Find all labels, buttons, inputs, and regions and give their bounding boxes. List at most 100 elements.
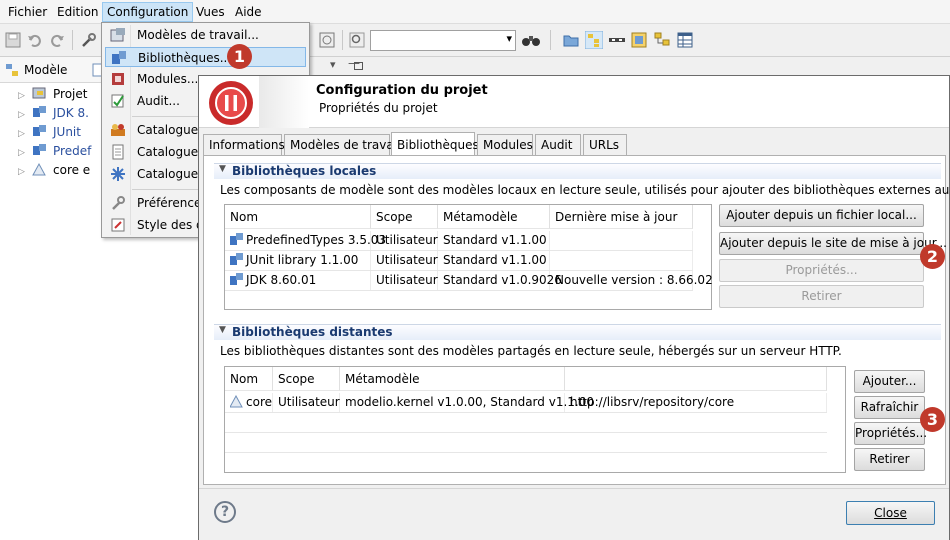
column-header-url[interactable] [565,367,827,391]
menu-edition[interactable]: Edition [53,3,103,21]
tab-modeles-de-travail[interactable]: Modèles de travail [284,134,400,156]
library-icon [230,253,243,265]
link-icon[interactable] [608,31,626,49]
table-cell-update[interactable]: Nouvelle version : 8.66.02 [550,271,713,290]
menu-item-bibliotheques[interactable]: Bibliothèques... [105,47,306,67]
menu-configuration[interactable]: Configuration [102,2,194,22]
local-properties-button[interactable]: Propriétés... [719,259,924,282]
tree-item-core[interactable]: ▷ core e [18,161,90,180]
table-cell-name[interactable]: PredefinedTypes 3.5.03 [225,231,386,250]
close-button[interactable]: Close [846,501,935,525]
tree-item-label: Projet [53,87,88,101]
collapse-icon[interactable]: ▼ [219,164,226,174]
remote-add-button[interactable]: Ajouter... [854,370,925,393]
chevron-down-icon[interactable]: ▾ [330,58,336,71]
collapse-icon[interactable]: ▼ [219,325,226,335]
table-cell-metamodel[interactable]: Standard v1.1.00 [438,231,550,250]
table-cell-metamodel[interactable]: Standard v1.0.9026 [438,271,562,290]
table-cell-name[interactable]: JUnit library 1.1.00 [225,251,371,270]
remote-remove-button[interactable]: Retirer [854,448,925,471]
menu-item-modeles-de-travail[interactable]: Modèles de travail... [105,25,306,45]
remote-libraries-description: Les bibliothèques distantes sont des mod… [220,344,842,358]
column-header-metamodele[interactable]: Métamodèle [438,205,550,229]
module-icon [112,73,124,85]
library-name: core [246,395,272,409]
column-header-nom[interactable]: Nom [225,205,371,229]
model-tab-label[interactable]: Modèle [24,63,67,77]
tools-icon[interactable] [80,31,98,49]
tab-modules[interactable]: Modules [477,134,533,156]
table-cell-name[interactable]: core [225,393,273,412]
table-cell-name[interactable]: JDK 8.60.01 [225,271,371,290]
column-header-scope[interactable]: Scope [371,205,438,229]
local-libraries-section-header[interactable]: ▼ Bibliothèques locales [214,163,941,179]
library-icon [33,125,46,136]
table-cell-metamodel[interactable]: modelio.kernel v1.0.00, Standard v1.1.00 [340,393,594,412]
libraries-tab-content: ▼ Bibliothèques locales Les composants d… [203,155,950,485]
column-header-nom[interactable]: Nom [225,367,273,391]
table-cell-update[interactable] [550,251,693,270]
tab-bibliotheques[interactable]: Bibliothèques [391,132,479,156]
tab-informations[interactable]: Informations [203,134,285,156]
tree-item-junit[interactable]: ▷ JUnit [18,123,81,142]
maximize-icon[interactable] [354,62,363,70]
remote-library-icon [230,395,243,408]
local-remove-button[interactable]: Retirer [719,285,924,308]
library-icon [230,233,243,245]
search-options-icon[interactable] [348,31,366,49]
remote-refresh-button[interactable]: Rafraîchir [854,396,925,419]
folder-icon[interactable] [562,31,580,49]
row-divider [225,290,693,291]
menu-vues[interactable]: Vues [192,3,229,21]
table-cell-metamodel[interactable]: Standard v1.1.00 [438,251,550,270]
document-icon [112,144,124,160]
add-from-local-file-button[interactable]: Ajouter depuis un fichier local... [719,204,924,227]
remote-libraries-table: Nom Scope Métamodèle core Utilisateur mo… [224,366,846,473]
table-cell-scope[interactable]: Utilisateur [371,271,438,290]
table-icon[interactable] [676,31,694,49]
audit-icon [111,94,124,108]
menu-aide[interactable]: Aide [231,3,266,21]
hierarchy-icon[interactable] [653,31,671,49]
tree-item-jdk[interactable]: ▷ JDK 8. [18,104,89,123]
table-cell-scope[interactable]: Utilisateur [371,231,438,250]
remote-libraries-section-header[interactable]: ▼ Bibliothèques distantes [214,324,941,340]
remote-properties-button[interactable]: Propriétés... [854,422,927,445]
section-title: Bibliothèques locales [232,164,377,178]
table-cell-scope[interactable]: Utilisateur [273,393,340,412]
table-cell-url[interactable]: http://libsrv/repository/core [565,393,827,412]
tree-item-projet[interactable]: ▷ Projet [18,85,87,104]
column-header-scope[interactable]: Scope [273,367,340,391]
library-name: JDK 8.60.01 [246,273,317,287]
expand-arrow-icon[interactable]: ▷ [18,163,32,182]
diagram-icon[interactable] [318,31,336,49]
save-icon[interactable] [4,31,22,49]
project-icon [32,87,46,99]
tree-item-label: Predef [53,144,92,158]
workmodel-icon [110,28,125,42]
editor-tabbar: ▾ — [310,56,950,75]
row-divider [225,452,827,453]
menu-item-label: Audit... [137,94,180,108]
help-icon[interactable]: ? [214,501,236,523]
table-cell-update[interactable] [550,231,693,250]
column-header-metamodele[interactable]: Métamodèle [340,367,565,391]
add-from-update-site-button[interactable]: Ajouter depuis le site de mise à jour... [719,232,947,255]
tab-audit[interactable]: Audit [535,134,581,156]
section-title: Bibliothèques distantes [232,325,393,339]
toolbar-separator [72,30,73,50]
tree-item-predefined[interactable]: ▷ Predef [18,142,91,161]
menu-fichier[interactable]: Fichier [4,3,51,21]
binoculars-icon[interactable] [521,31,541,49]
column-header-derniere-mise-a-jour[interactable]: Dernière mise à jour [550,205,693,229]
table-cell-scope[interactable]: Utilisateur [371,251,438,270]
diagram-style-icon [111,218,125,232]
undo-icon[interactable] [26,31,44,49]
row-divider [225,432,827,433]
tab-urls[interactable]: URLs [583,134,627,156]
menu-item-label: Préférences [137,196,208,210]
redo-icon[interactable] [48,31,66,49]
module-icon[interactable] [630,31,648,49]
search-combo[interactable]: ▾ [370,30,516,51]
tree-view-icon[interactable] [585,31,603,49]
